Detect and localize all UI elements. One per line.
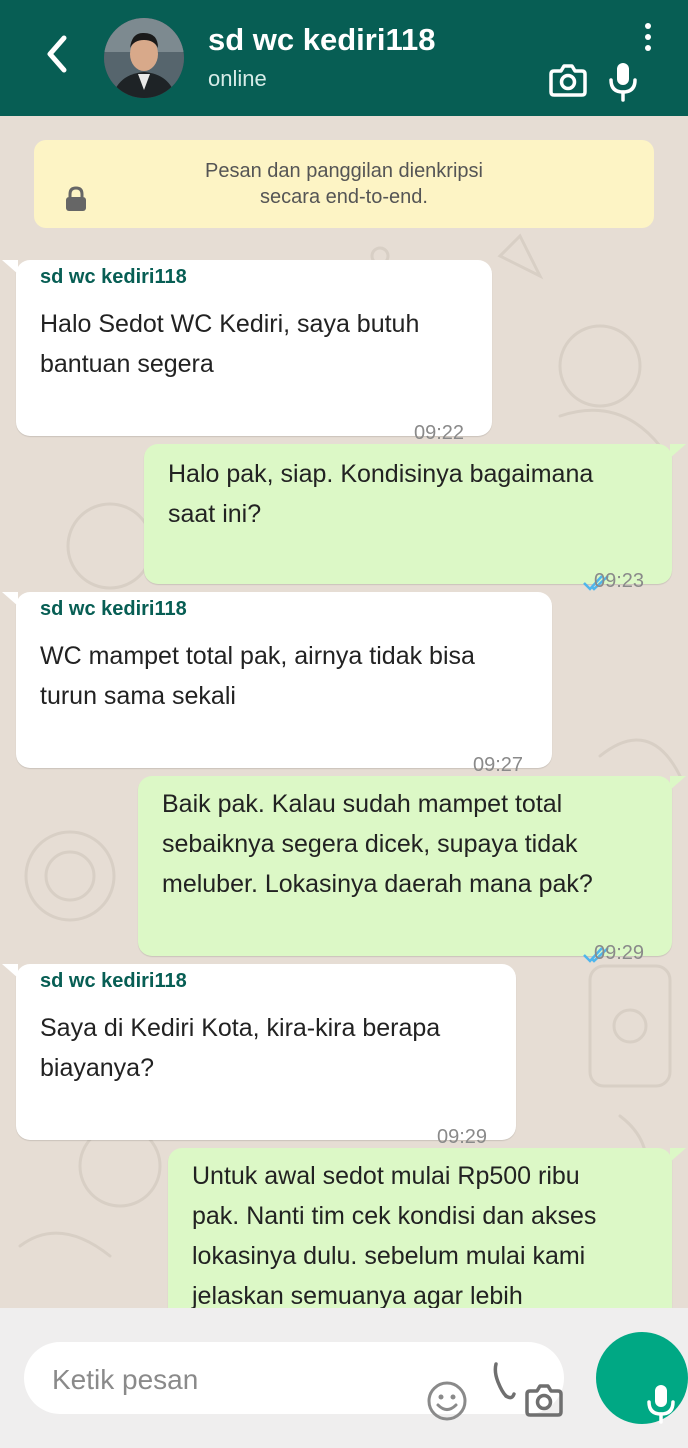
lock-icon [66, 186, 86, 211]
encryption-notice-text: Pesan dan panggilan dienkripsi secara en… [174, 158, 514, 210]
message-line: Baik pak. Kalau sudah mampet total [162, 790, 563, 818]
composer-bar: Ketik pesan [0, 1308, 688, 1448]
message-text: WC mampet total pak, airnya tidak bisa t… [40, 636, 475, 716]
message-text: Baik pak. Kalau sudah mampet total sebai… [162, 784, 593, 904]
contact-name[interactable]: sd wc kediri118 [208, 22, 435, 58]
camera-icon[interactable] [524, 1382, 564, 1418]
message-text: Saya di Kediri Kota, kira-kira berapa bi… [40, 1008, 440, 1088]
paperclip-icon[interactable] [490, 1358, 520, 1402]
voice-record-button[interactable] [596, 1332, 688, 1424]
notice-line-2: secara end-to-end. [260, 186, 428, 208]
encryption-notice[interactable]: Pesan dan panggilan dienkripsi secara en… [34, 140, 654, 228]
message-line: sebaiknya segera dicek, supaya tidak [162, 830, 578, 858]
message-bubble-incoming[interactable]: sd wc kediri118 Saya di Kediri Kota, kir… [2, 964, 516, 1148]
chat-header: sd wc kediri118 online [0, 0, 688, 116]
message-sender: sd wc kediri118 [40, 970, 187, 992]
more-vertical-icon[interactable] [640, 22, 656, 54]
notice-line-1: Pesan dan panggilan dienkripsi [205, 160, 483, 182]
message-text: Halo pak, siap. Kondisinya bagaimana saa… [168, 454, 593, 534]
message-line: saat ini? [168, 500, 262, 528]
message-line: turun sama sekali [40, 682, 236, 710]
bubble-tail [2, 260, 18, 274]
message-input-placeholder: Ketik pesan [52, 1364, 199, 1395]
message-line: Untuk awal sedot mulai Rp500 ribu [192, 1162, 580, 1190]
message-time: 09:29 [594, 942, 645, 964]
message-time: 09:27 [473, 754, 524, 776]
mic-icon[interactable] [608, 62, 638, 102]
message-text: Halo Sedot WC Kediri, saya butuh bantuan… [40, 304, 419, 384]
bubble-tail [670, 1148, 686, 1162]
message-bubble-outgoing[interactable]: Baik pak. Kalau sudah mampet total sebai… [138, 776, 686, 964]
message-line: Halo Sedot WC Kediri, saya butuh [40, 310, 420, 338]
camera-icon[interactable] [549, 62, 587, 98]
message-time: 09:29 [437, 1126, 488, 1148]
message-bubble-outgoing[interactable]: Untuk awal sedot mulai Rp500 ribu pak. N… [168, 1148, 686, 1308]
message-line: jelaskan semuanya agar lebih [192, 1282, 523, 1308]
message-line: bantuan segera [40, 350, 214, 378]
avatar[interactable] [104, 18, 184, 98]
message-time: 09:22 [414, 422, 465, 444]
message-line: pak. Nanti tim cek kondisi dan akses [192, 1202, 597, 1230]
message-bubble-outgoing[interactable]: Halo pak, siap. Kondisinya bagaimana saa… [144, 444, 686, 592]
bubble-tail [2, 592, 18, 606]
message-line: meluber. Lokasinya daerah mana pak? [162, 870, 593, 898]
message-sender: sd wc kediri118 [40, 598, 187, 620]
message-input[interactable]: Ketik pesan [24, 1342, 564, 1421]
message-line: Saya di Kediri Kota, kira-kira berapa [40, 1014, 441, 1042]
message-time: 09:23 [594, 570, 645, 592]
message-line: WC mampet total pak, airnya tidak bisa [40, 642, 475, 670]
message-bubble-incoming[interactable]: sd wc kediri118 Halo Sedot WC Kediri, sa… [2, 260, 492, 444]
bubble-tail [670, 444, 686, 458]
message-sender: sd wc kediri118 [40, 266, 187, 288]
chevron-left-icon[interactable] [38, 34, 78, 74]
contact-status: online [208, 66, 267, 91]
chat-area[interactable]: Pesan dan panggilan dienkripsi secara en… [0, 116, 688, 1308]
message-line: lokasinya dulu. sebelum mulai kami [192, 1242, 586, 1270]
mic-icon [647, 1385, 675, 1424]
message-line: biayanya? [40, 1054, 154, 1082]
message-line: Halo pak, siap. Kondisinya bagaimana [168, 460, 594, 488]
message-text: Untuk awal sedot mulai Rp500 ribu pak. N… [192, 1156, 596, 1308]
message-bubble-incoming[interactable]: sd wc kediri118 WC mampet total pak, air… [2, 592, 552, 776]
bubble-tail [2, 964, 18, 978]
emoji-icon[interactable] [426, 1380, 468, 1422]
bubble-tail [670, 776, 686, 790]
